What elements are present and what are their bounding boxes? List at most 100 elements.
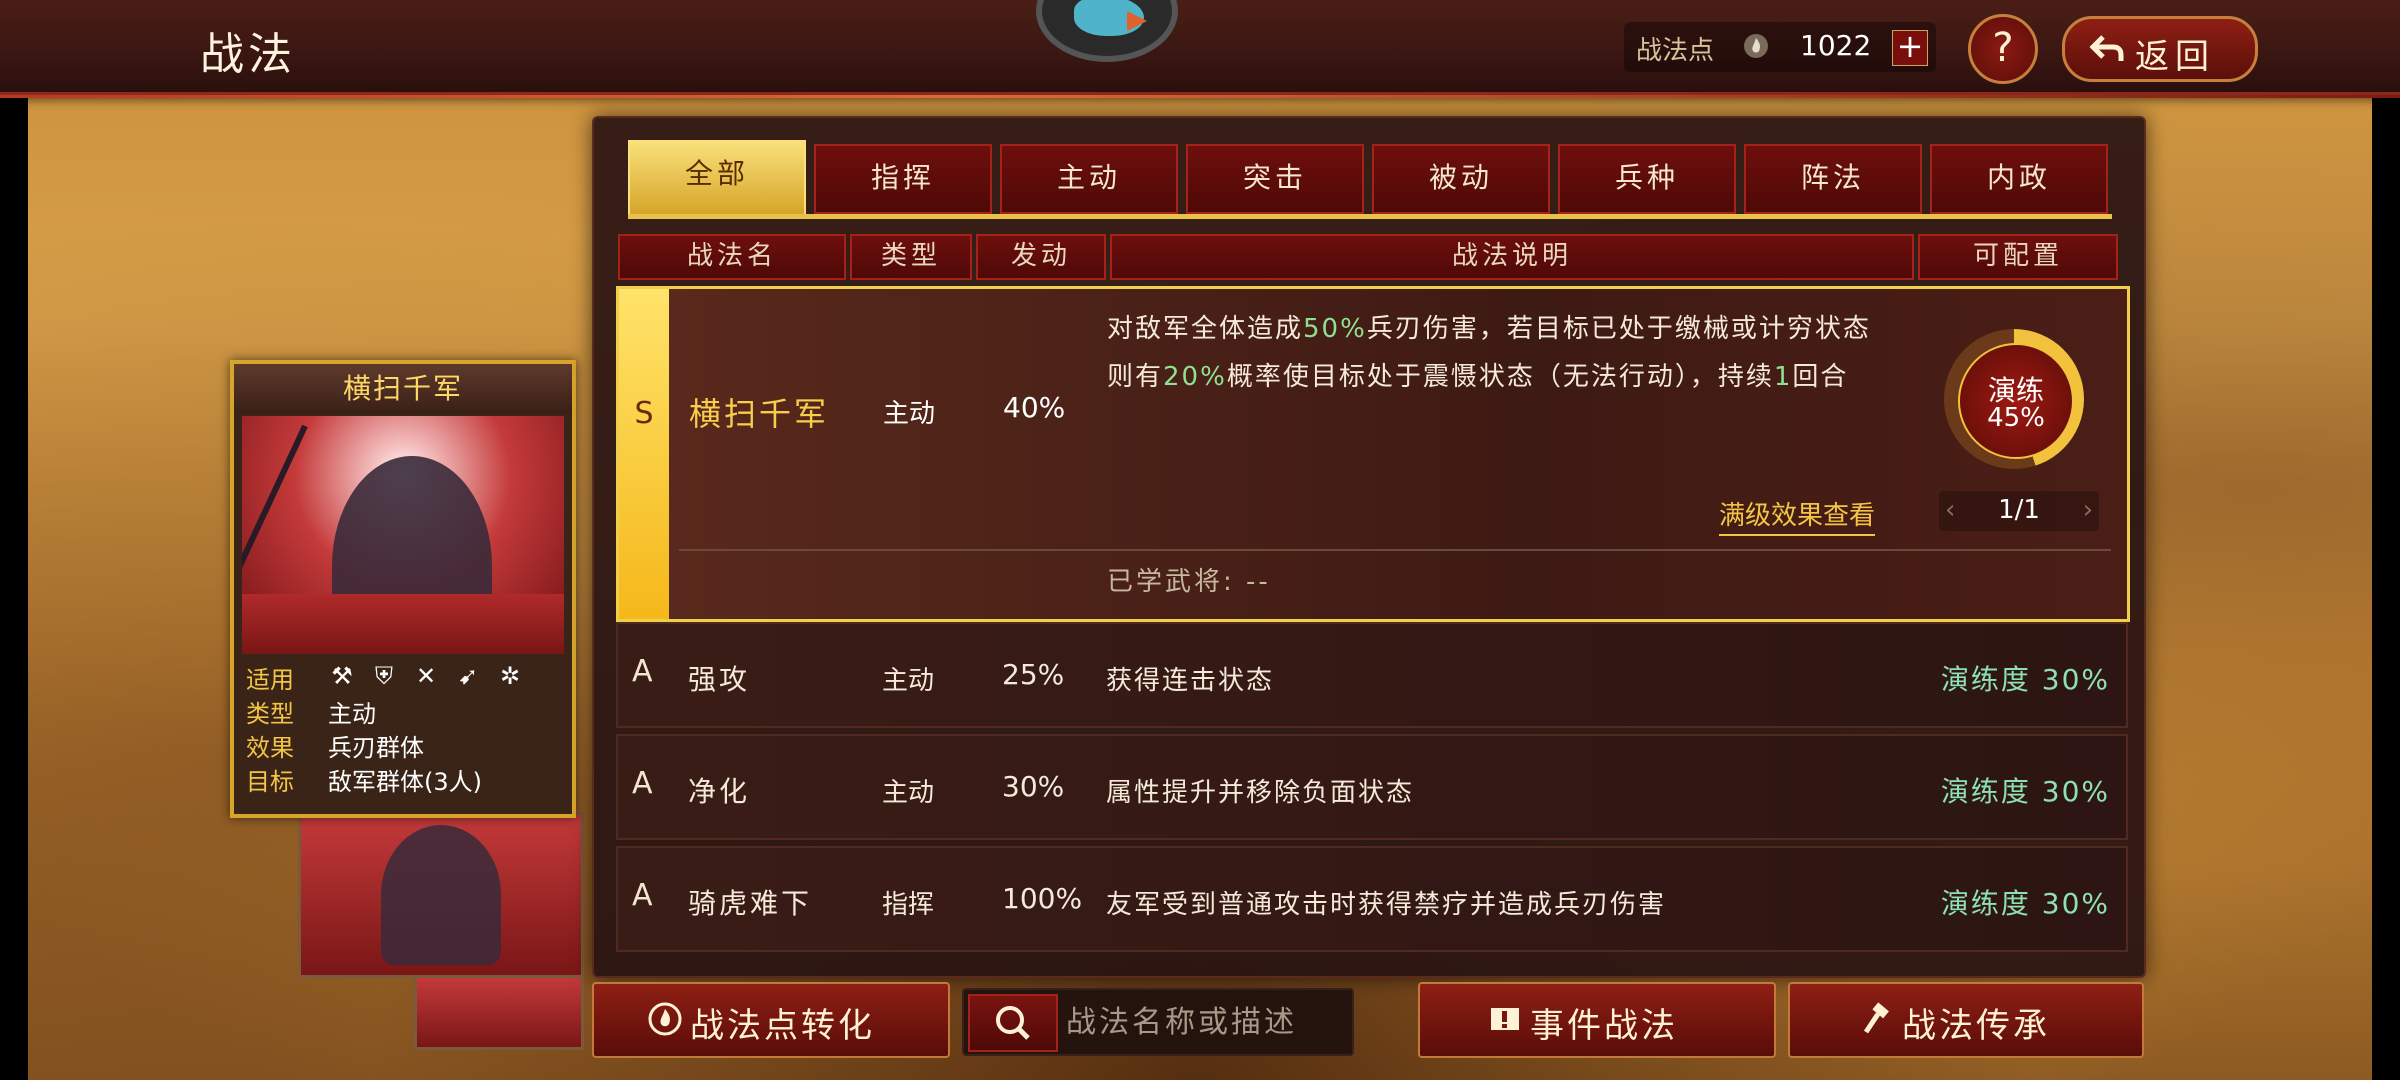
tactic-name: 横扫千军 — [689, 395, 830, 433]
tab-troop[interactable]: 兵种 — [1558, 144, 1736, 214]
tactics-panel: 全部 指挥 主动 突击 被动 兵种 阵法 内政 战法名 类型 发动 战法说明 可… — [592, 116, 2146, 978]
tactic-name: 强攻 — [688, 663, 751, 696]
tactic-inherit-button[interactable]: 战法传承 — [1788, 982, 2144, 1058]
convert-points-button[interactable]: 战法点转化 — [592, 982, 950, 1058]
practice-progress: 演练度 30% — [1940, 775, 2110, 808]
tab-passive[interactable]: 被动 — [1372, 144, 1550, 214]
tactic-type: 主动 — [883, 399, 936, 429]
back-button[interactable]: 返回 — [2062, 16, 2258, 82]
tactic-row[interactable]: A 骑虎难下 指挥 100% 友军受到普通攻击时获得禁疗并造成兵刃伤害 演练度 … — [616, 846, 2128, 952]
column-header-rate[interactable]: 发动 — [976, 234, 1106, 280]
tactic-description: 友军受到普通攻击时获得禁疗并造成兵刃伤害 — [1106, 890, 1667, 920]
back-arrow-icon — [2089, 35, 2124, 61]
axe-icon: ⚒ — [331, 662, 353, 690]
tactic-description: 属性提升并移除负面状态 — [1106, 778, 1415, 808]
search-icon — [996, 1006, 1030, 1040]
convert-points-label: 战法点转化 — [690, 1006, 875, 1046]
card-row-type: 类型 主动 — [242, 694, 564, 728]
column-header-configurable[interactable]: 可配置 — [1918, 234, 2118, 280]
flame-icon — [1744, 34, 1768, 58]
tactic-row[interactable]: A 强攻 主动 25% 获得连击状态 演练度 30% — [616, 622, 2128, 728]
alert-book-icon — [1491, 1008, 1519, 1030]
card-value: 兵刃群体 — [328, 734, 424, 762]
crossed-bows-icon: ✕ — [415, 662, 437, 690]
tab-assault[interactable]: 突击 — [1186, 144, 1364, 214]
page-value: 1/1 — [1998, 495, 2040, 525]
grade-badge: A — [632, 654, 653, 689]
page-indicator: ‹ 1/1 › — [1939, 491, 2099, 531]
search-input[interactable] — [1064, 998, 1348, 1046]
tactic-card: 横扫千军 适用 ⚒ ⛨ ✕ ➹ ✲ 类型 主动 效果 兵刃群体 目标 敌军群体(… — [230, 360, 576, 818]
tactic-type: 主动 — [882, 778, 935, 808]
tactic-type: 主动 — [882, 666, 935, 696]
tactic-description: 对敌军全体造成50%兵刃伤害，若目标已处于缴械或计穷状态则有20%概率使目标处于… — [1107, 305, 1897, 401]
card-key: 类型 — [246, 700, 294, 728]
card-key: 适用 — [246, 666, 294, 694]
page-title: 战法 — [200, 29, 296, 80]
card-key: 效果 — [246, 734, 294, 762]
desc-text: 回合 — [1792, 362, 1849, 392]
card-stack-back-1 — [298, 812, 584, 978]
event-tactics-label: 事件战法 — [1530, 1006, 1678, 1046]
tactic-points-label: 战法点 — [1636, 36, 1715, 66]
mascot-badge[interactable] — [1036, 0, 1178, 62]
tactic-row-selected[interactable]: S 横扫千军 主动 40% 对敌军全体造成50%兵刃伤害，若目标已处于缴械或计穷… — [616, 286, 2130, 622]
row-divider — [679, 549, 2111, 551]
card-silhouette — [381, 825, 501, 965]
top-bar: 战法 战法点 1022 + ? 返回 — [0, 0, 2400, 98]
column-header-name[interactable]: 战法名 — [618, 234, 846, 280]
spear-icon: ➹ — [457, 662, 479, 690]
back-label: 返回 — [2135, 37, 2215, 77]
card-value: 主动 — [328, 700, 376, 728]
desc-highlight: 1 — [1773, 362, 1793, 392]
tab-formation[interactable]: 阵法 — [1744, 144, 1922, 214]
desc-text: 对敌军全体造成 — [1107, 314, 1304, 344]
desc-highlight: 20% — [1163, 362, 1227, 392]
tactic-name: 骑虎难下 — [688, 887, 813, 920]
event-tactics-button[interactable]: 事件战法 — [1418, 982, 1776, 1058]
tab-underline — [628, 214, 2112, 219]
learned-generals: 已学武将: -- — [1107, 561, 1271, 598]
tab-domestic[interactable]: 内政 — [1930, 144, 2108, 214]
search-button[interactable] — [968, 994, 1058, 1052]
card-key: 目标 — [246, 768, 294, 796]
help-button[interactable]: ? — [1968, 14, 2038, 84]
card-artwork — [242, 416, 564, 654]
column-header-description: 战法说明 — [1110, 234, 1914, 280]
chevron-right-icon[interactable]: › — [2083, 495, 2093, 525]
search-bar — [962, 988, 1354, 1056]
desc-highlight: 50% — [1303, 314, 1367, 344]
wheel-icon: ✲ — [499, 662, 521, 690]
full-level-effect-link[interactable]: 满级效果查看 — [1719, 495, 1876, 536]
tab-command[interactable]: 指挥 — [814, 144, 992, 214]
tab-active[interactable]: 主动 — [1000, 144, 1178, 214]
tactic-row[interactable]: A 净化 主动 30% 属性提升并移除负面状态 演练度 30% — [616, 734, 2128, 840]
tactic-type: 指挥 — [882, 890, 935, 920]
shield-icon: ⛨ — [375, 662, 393, 690]
card-row-target: 目标 敌军群体(3人) — [242, 762, 564, 796]
tactic-name: 净化 — [688, 775, 751, 808]
card-row-applicable: 适用 ⚒ ⛨ ✕ ➹ ✲ — [242, 660, 564, 694]
tab-all[interactable]: 全部 — [628, 140, 806, 216]
column-header-type[interactable]: 类型 — [850, 234, 972, 280]
grade-badge: S — [619, 289, 669, 619]
tactic-rate: 25% — [1002, 658, 1065, 691]
card-info: 适用 ⚒ ⛨ ✕ ➹ ✲ 类型 主动 效果 兵刃群体 目标 敌军群体(3人) — [242, 660, 564, 796]
tactic-points: 战法点 1022 + — [1624, 22, 1936, 72]
flame-icon — [648, 1002, 682, 1036]
card-title: 横扫千军 — [234, 364, 572, 414]
tactic-rate: 30% — [1002, 770, 1065, 803]
practice-button[interactable]: 演练 45% — [1958, 343, 2074, 459]
grade-badge: A — [632, 766, 653, 801]
tactic-rate: 100% — [1002, 882, 1083, 915]
card-stack-back-2 — [414, 974, 584, 1050]
unit-icons: ⚒ ⛨ ✕ ➹ ✲ — [328, 662, 524, 690]
hammer-icon — [1863, 1002, 1889, 1034]
add-points-button[interactable]: + — [1892, 30, 1928, 66]
tactic-description: 获得连击状态 — [1106, 666, 1275, 696]
practice-value: 45% — [1987, 403, 2045, 433]
practice-progress-ring[interactable]: 演练 45% — [1944, 329, 2084, 469]
grade-badge: A — [632, 878, 653, 913]
tactic-rate: 40% — [1003, 391, 1066, 424]
desc-text: 概率使目标处于震慑状态（无法行动），持续 — [1226, 362, 1774, 392]
